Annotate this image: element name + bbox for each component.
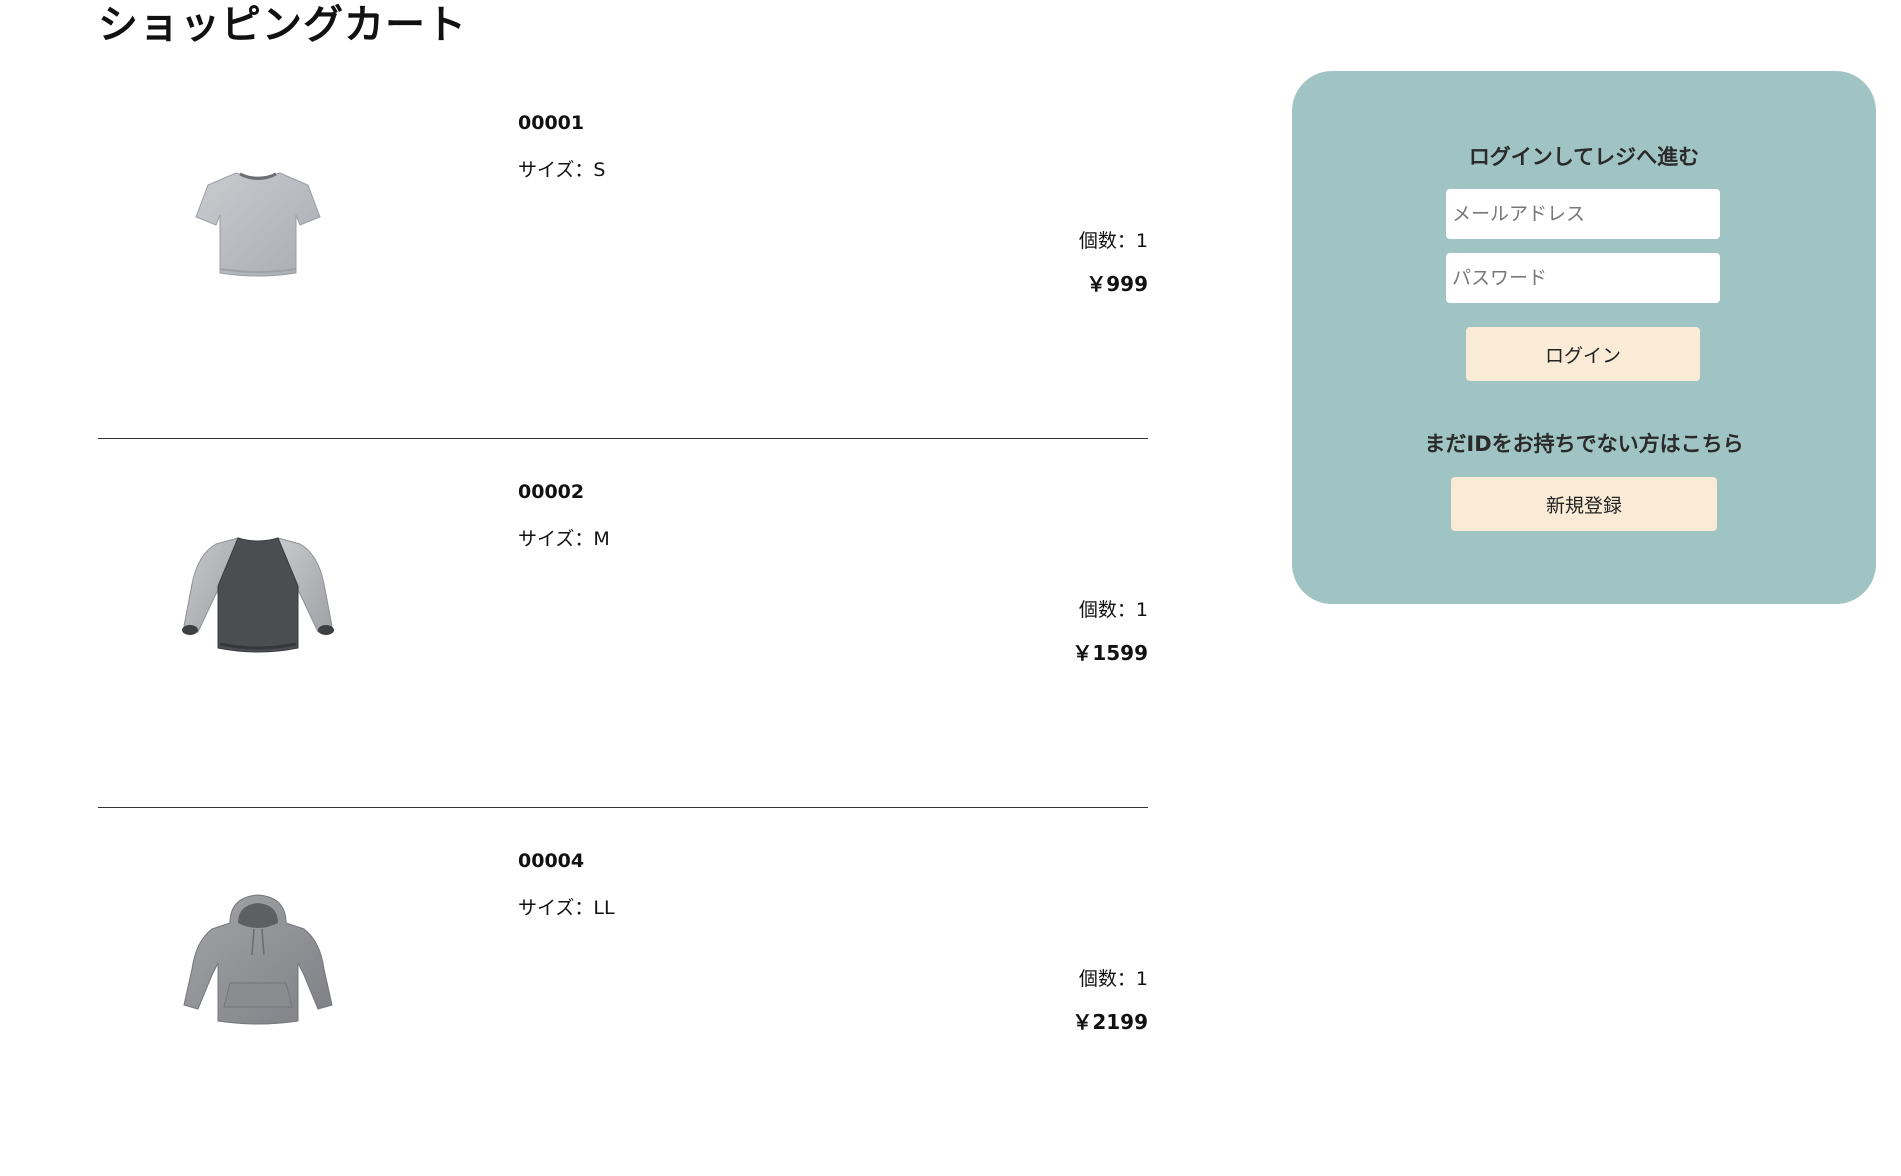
cart-item: 00004 サイズ：LL 個数：1 ￥2199: [98, 808, 1148, 1176]
signup-button[interactable]: 新規登録: [1451, 477, 1717, 531]
product-quantity: 個数：1: [1078, 968, 1148, 990]
cart-list: 00001 サイズ：S 個数：1 ￥999 00002 サイズ：M 個数：1 ￥…: [98, 70, 1148, 1176]
email-field[interactable]: [1446, 189, 1720, 239]
product-size: サイズ：S: [518, 159, 606, 181]
login-panel: ログインしてレジへ進む ログイン まだIDをお持ちでない方はこちら 新規登録: [1292, 71, 1876, 604]
product-price: ￥999: [1086, 272, 1148, 296]
cart-item: 00001 サイズ：S 個数：1 ￥999: [98, 70, 1148, 439]
page-title: ショッピングカート: [98, 2, 467, 48]
product-price: ￥1599: [1072, 641, 1148, 665]
login-button[interactable]: ログイン: [1466, 327, 1700, 381]
product-size: サイズ：M: [518, 528, 610, 550]
login-heading: ログインしてレジへ進む: [1468, 145, 1700, 169]
product-price: ￥2199: [1072, 1010, 1148, 1034]
cart-item: 00002 サイズ：M 個数：1 ￥1599: [98, 439, 1148, 808]
product-size: サイズ：LL: [518, 897, 615, 919]
tshirt-icon[interactable]: [158, 145, 358, 305]
raglan-sweatshirt-icon[interactable]: [158, 514, 358, 674]
password-field[interactable]: [1446, 253, 1720, 303]
signup-prompt: まだIDをお持ちでない方はこちら: [1424, 432, 1744, 456]
product-quantity: 個数：1: [1078, 230, 1148, 252]
hoodie-icon[interactable]: [158, 883, 358, 1043]
product-quantity: 個数：1: [1078, 599, 1148, 621]
product-id: 00004: [518, 850, 585, 872]
product-id: 00001: [518, 112, 585, 134]
product-id: 00002: [518, 481, 585, 503]
